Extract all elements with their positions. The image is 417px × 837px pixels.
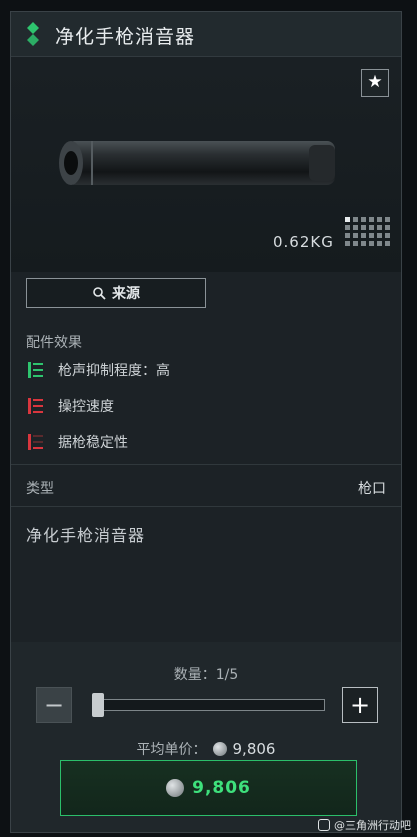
effect-item: 据枪稳定性: [26, 430, 128, 454]
plus-icon: +: [349, 691, 371, 719]
effect-item: 操控速度: [26, 394, 114, 418]
effect-label: 据枪稳定性: [58, 435, 128, 451]
quantity-label: 数量：1/5: [173, 667, 239, 683]
forum-logo-icon: [318, 819, 330, 831]
suppressor-image: [59, 141, 335, 185]
stat-decrease-icon: [28, 398, 43, 414]
item-detail-panel: 净化手枪消音器 ★ 0.62KG 来源 配件效果 枪声抑制程度：高 操控速度 据…: [10, 11, 402, 833]
star-icon: ★: [367, 72, 383, 92]
type-row: 类型 枪口: [26, 478, 386, 498]
effects-section-label: 配件效果: [26, 335, 82, 351]
quantity-slider[interactable]: [93, 699, 325, 711]
item-preview: ★ 0.62KG: [11, 57, 401, 272]
item-title: 净化手枪消音器: [55, 26, 196, 48]
quantity-increase-button[interactable]: +: [342, 687, 378, 723]
average-price-value: 9,806: [232, 740, 276, 758]
effect-label: 操控速度: [58, 399, 114, 415]
quantity-decrease-button[interactable]: −: [36, 687, 72, 723]
stat-decrease-icon: [28, 434, 43, 450]
watermark-text: @三角洲行动吧: [334, 819, 411, 832]
stat-increase-icon: [28, 362, 43, 378]
source-button-label: 来源: [112, 286, 140, 302]
item-weight: 0.62KG: [273, 233, 334, 251]
buy-price: 9,806: [192, 778, 251, 798]
divider: [11, 464, 401, 465]
type-label: 类型: [26, 481, 54, 497]
buy-button[interactable]: 9,806: [60, 760, 357, 816]
rarity-diamond-icon: [27, 22, 39, 46]
coin-icon: [166, 779, 185, 797]
divider: [11, 506, 401, 507]
watermark: @三角洲行动吧: [318, 817, 411, 833]
type-value: 枪口: [358, 481, 386, 497]
effect-label: 枪声抑制程度：高: [58, 363, 170, 379]
favorite-button[interactable]: ★: [361, 69, 389, 97]
average-price-label: 平均单价：: [136, 742, 207, 758]
title-bar: 净化手枪消音器: [11, 12, 401, 57]
search-icon: [93, 287, 106, 300]
effect-item: 枪声抑制程度：高: [26, 358, 170, 382]
item-description: 净化手枪消音器: [26, 526, 146, 545]
minus-icon: −: [43, 691, 65, 719]
coin-icon: [212, 742, 227, 756]
quantity-slider-handle[interactable]: [92, 693, 104, 717]
slot-grid-icon: [345, 217, 390, 246]
average-price-row: 平均单价： 9,806: [11, 739, 401, 759]
source-button[interactable]: 来源: [26, 278, 206, 308]
